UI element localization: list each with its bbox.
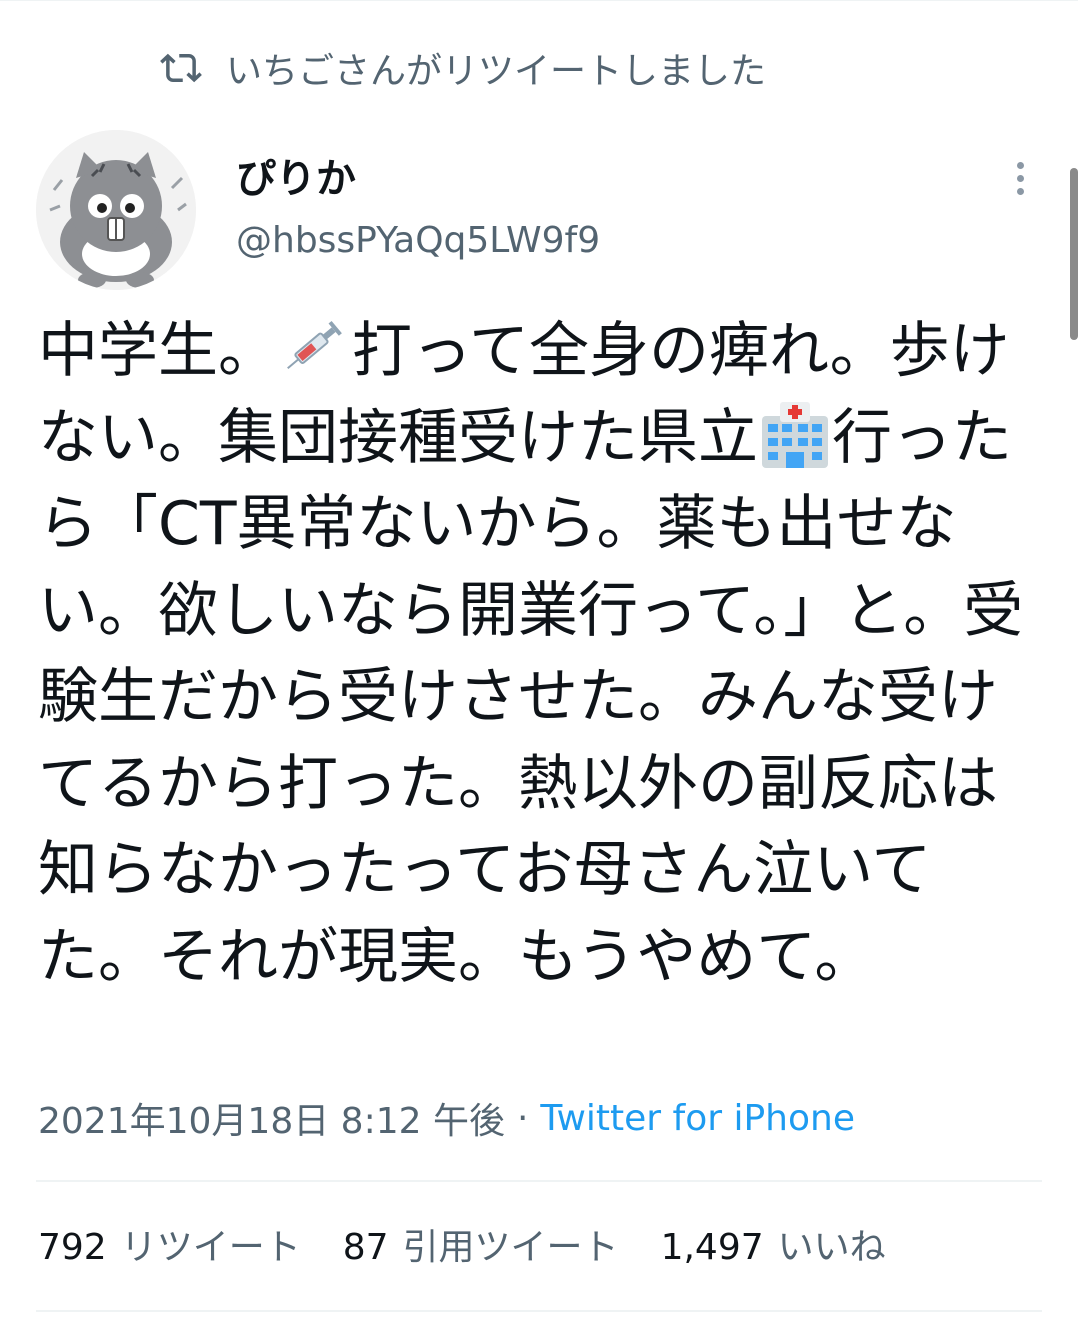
syringe-icon	[287, 320, 342, 369]
more-dot	[1016, 174, 1024, 182]
tweet-stats: 792 リツイート 87 引用ツイート 1,497 いいね	[38, 1214, 886, 1274]
retweet-context[interactable]: いちごさんがリツイートしました	[160, 40, 766, 96]
retweets-count: 792	[38, 1227, 107, 1268]
scrollbar[interactable]	[1070, 168, 1078, 340]
divider	[36, 1310, 1042, 1312]
tweet-text-part: 行ったら「CT異常ないから。薬も出せない。欲しいなら開業行って。」と。受験生だか…	[38, 402, 1024, 992]
more-options-button[interactable]	[1000, 150, 1040, 206]
timestamp[interactable]: 2021年10月18日 8:12 午後	[38, 1092, 505, 1144]
more-dot	[1016, 187, 1024, 195]
likes-label: いいね	[777, 1227, 886, 1268]
retweet-icon	[160, 53, 202, 83]
hospital-icon	[762, 401, 828, 468]
tweet-meta: 2021年10月18日 8:12 午後 · Twitter for iPhone	[38, 1090, 855, 1146]
top-divider	[0, 0, 1078, 1]
quotes-count: 87	[342, 1227, 389, 1268]
avatar[interactable]	[36, 130, 196, 290]
likes-count: 1,497	[660, 1227, 764, 1268]
retweets-label: リツイート	[120, 1227, 301, 1268]
retweets-stat[interactable]: 792 リツイート	[38, 1218, 301, 1270]
tweet-text: 中学生。 打って全身の痺れ。歩けない。集団接種受けた県立 行ったら「CT異常ないから…	[38, 308, 1048, 1000]
avatar-cat-icon	[36, 130, 196, 290]
likes-stat[interactable]: 1,497 いいね	[661, 1218, 886, 1270]
divider	[36, 1180, 1042, 1182]
meta-separator: ·	[516, 1097, 529, 1139]
tweet-text-part: 中学生。	[38, 316, 278, 386]
display-name[interactable]: ぴりか	[236, 146, 356, 204]
retweet-context-text: いちごさんがリツイートしました	[226, 51, 767, 92]
more-dot	[1016, 161, 1024, 169]
source-link[interactable]: Twitter for iPhone	[540, 1098, 855, 1139]
quotes-label: 引用ツイート	[402, 1227, 619, 1268]
user-handle[interactable]: @hbssPYaQq5LW9f9	[236, 220, 600, 261]
quotes-stat[interactable]: 87 引用ツイート	[343, 1218, 619, 1270]
